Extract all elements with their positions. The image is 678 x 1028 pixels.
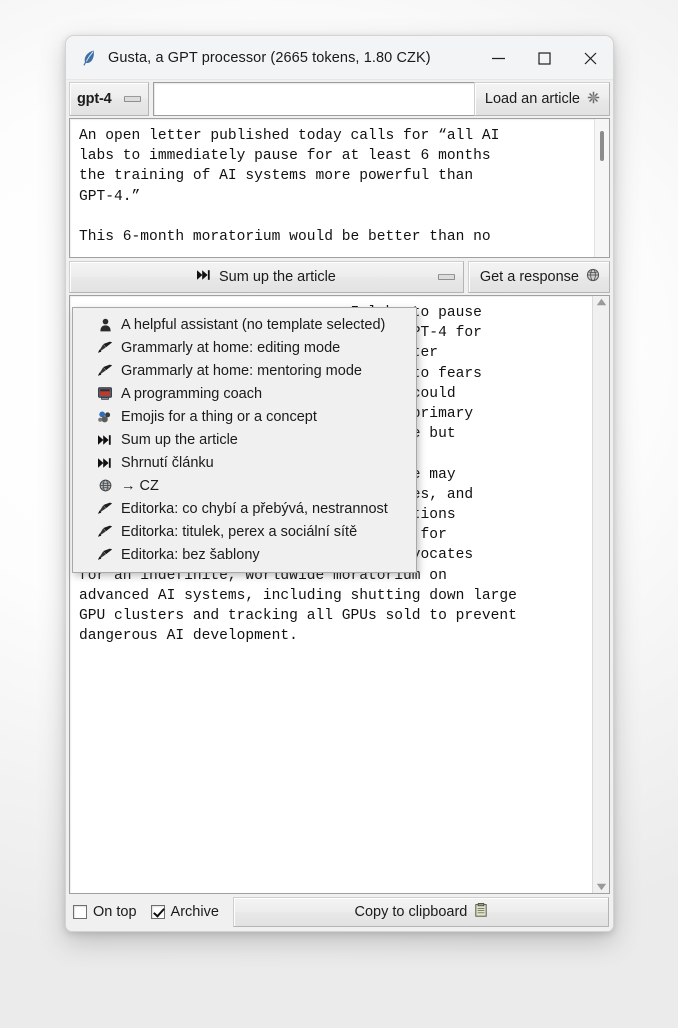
model-select-label: gpt-4 (77, 91, 112, 107)
top-toolbar: gpt-4 Load an article (66, 80, 613, 117)
menu-item-editorka-nestrannost[interactable]: Editorka: co chybí a přebývá, nestrannos… (73, 497, 416, 520)
menu-item-label: Grammarly at home: mentoring mode (121, 362, 362, 379)
menu-item-grammarly-mentoring[interactable]: Grammarly at home: mentoring mode (73, 359, 416, 382)
option-menu-icon (437, 274, 455, 280)
title-bar: Gusta, a GPT processor (2665 tokens, 1.8… (66, 36, 613, 80)
desktop-background: Gusta, a GPT processor (2665 tokens, 1.8… (0, 0, 678, 1028)
maximize-icon[interactable] (521, 36, 567, 80)
menu-item-label: A helpful assistant (no template selecte… (121, 316, 386, 333)
get-response-label: Get a response (479, 269, 579, 285)
model-select-button[interactable]: gpt-4 (69, 82, 149, 116)
copy-to-clipboard-button[interactable]: Copy to clipboard (232, 897, 609, 927)
template-select-label: Sum up the article (218, 269, 336, 285)
computer-icon (97, 386, 113, 402)
pencil-icon (97, 501, 113, 517)
source-text: An open letter published today calls for… (79, 128, 500, 246)
globe-icon (97, 478, 113, 494)
source-scrollbar[interactable] (594, 119, 609, 257)
template-dropdown-menu[interactable]: A helpful assistant (no template selecte… (72, 307, 417, 573)
feather-icon (78, 47, 100, 69)
person-icon (97, 317, 113, 333)
menu-item-label: Editorka: co chybí a přebývá, nestrannos… (121, 500, 388, 517)
pencil-icon (97, 340, 113, 356)
globe-gear-icon (586, 268, 600, 286)
clipboard-icon (475, 903, 488, 921)
menu-item-label: Editorka: bez šablony (121, 546, 260, 563)
menu-item-grammarly-editing[interactable]: Grammarly at home: editing mode (73, 336, 416, 359)
menu-item-label: Shrnutí článku (121, 454, 214, 471)
template-toolbar: Sum up the article Get a response (66, 260, 613, 295)
source-text-pane[interactable]: An open letter published today calls for… (69, 118, 610, 258)
checkbox-box[interactable] (73, 905, 87, 919)
option-menu-icon (124, 96, 141, 102)
pencil-icon (97, 524, 113, 540)
close-icon[interactable] (567, 36, 613, 80)
archive-checkbox[interactable]: Archive (150, 904, 219, 920)
archive-label: Archive (170, 904, 219, 920)
triangle-up-icon[interactable] (596, 298, 607, 306)
window-title: Gusta, a GPT processor (2665 tokens, 1.8… (108, 49, 431, 66)
triangle-down-icon[interactable] (596, 883, 607, 891)
menu-item-shrnuti-clanku[interactable]: Shrnutí článku (73, 451, 416, 474)
emoji-cluster-icon (97, 409, 113, 425)
menu-item-editorka-bez-sablony[interactable]: Editorka: bez šablony (73, 543, 416, 566)
menu-item-label: → CZ (121, 477, 159, 494)
menu-item-label: A programming coach (121, 385, 263, 402)
double-arrow-icon (97, 432, 113, 448)
article-url-input[interactable] (153, 82, 474, 116)
status-bar: On top Archive Copy to clipboard (66, 895, 613, 931)
copy-to-clipboard-label: Copy to clipboard (354, 904, 468, 920)
menu-item-label: Emojis for a thing or a concept (121, 408, 317, 425)
menu-item-helpful-assistant[interactable]: A helpful assistant (no template selecte… (73, 313, 416, 336)
load-article-button[interactable]: Load an article (473, 82, 610, 116)
checkbox-box[interactable] (150, 905, 165, 919)
on-top-checkbox[interactable]: On top (73, 904, 137, 920)
menu-item-editorka-titulek[interactable]: Editorka: titulek, perex a sociální sítě (73, 520, 416, 543)
menu-item-label: Editorka: titulek, perex a sociální sítě (121, 523, 358, 540)
load-article-label: Load an article (484, 91, 580, 107)
pencil-icon (97, 363, 113, 379)
double-arrow-icon (97, 455, 113, 471)
menu-item-translate-cz[interactable]: → CZ (73, 474, 416, 497)
pencil-icon (97, 547, 113, 563)
template-select-button[interactable]: Sum up the article (69, 261, 464, 293)
menu-item-sum-up-article[interactable]: Sum up the article (73, 428, 416, 451)
menu-item-label: Grammarly at home: editing mode (121, 339, 341, 356)
response-scrollbar[interactable] (592, 296, 609, 893)
menu-item-label: Sum up the article (121, 431, 238, 448)
scrollbar-thumb[interactable] (600, 131, 604, 161)
minimize-icon[interactable] (475, 36, 521, 80)
gear-asterisk-icon (587, 91, 600, 108)
on-top-label: On top (93, 904, 137, 920)
double-arrow-icon (196, 269, 212, 285)
menu-item-programming-coach[interactable]: A programming coach (73, 382, 416, 405)
menu-item-emojis[interactable]: Emojis for a thing or a concept (73, 405, 416, 428)
get-response-button[interactable]: Get a response (467, 261, 610, 293)
